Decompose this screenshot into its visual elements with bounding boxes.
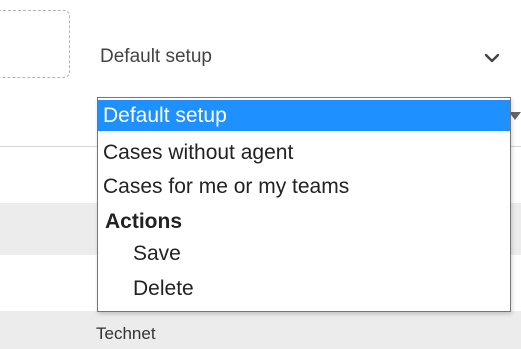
select-value: Default setup <box>100 46 212 67</box>
dropdown-list: Default setup Cases without agent Cases … <box>97 97 511 312</box>
placeholder-box <box>0 10 70 78</box>
view-select[interactable]: Default setup <box>88 40 506 82</box>
option-delete[interactable]: Delete <box>98 273 510 304</box>
option-cases-without-agent[interactable]: Cases without agent <box>98 137 510 168</box>
table-row-label: Technet <box>96 324 156 343</box>
option-save[interactable]: Save <box>98 238 510 269</box>
chevron-down-icon <box>484 53 500 63</box>
option-default-setup[interactable]: Default setup <box>98 100 510 131</box>
optgroup-actions-label: Actions <box>105 210 183 233</box>
option-cases-for-me-or-my-teams[interactable]: Cases for me or my teams <box>98 171 510 202</box>
table-row[interactable] <box>0 311 521 349</box>
page: Technet Default setup Default setup Case… <box>0 0 521 349</box>
